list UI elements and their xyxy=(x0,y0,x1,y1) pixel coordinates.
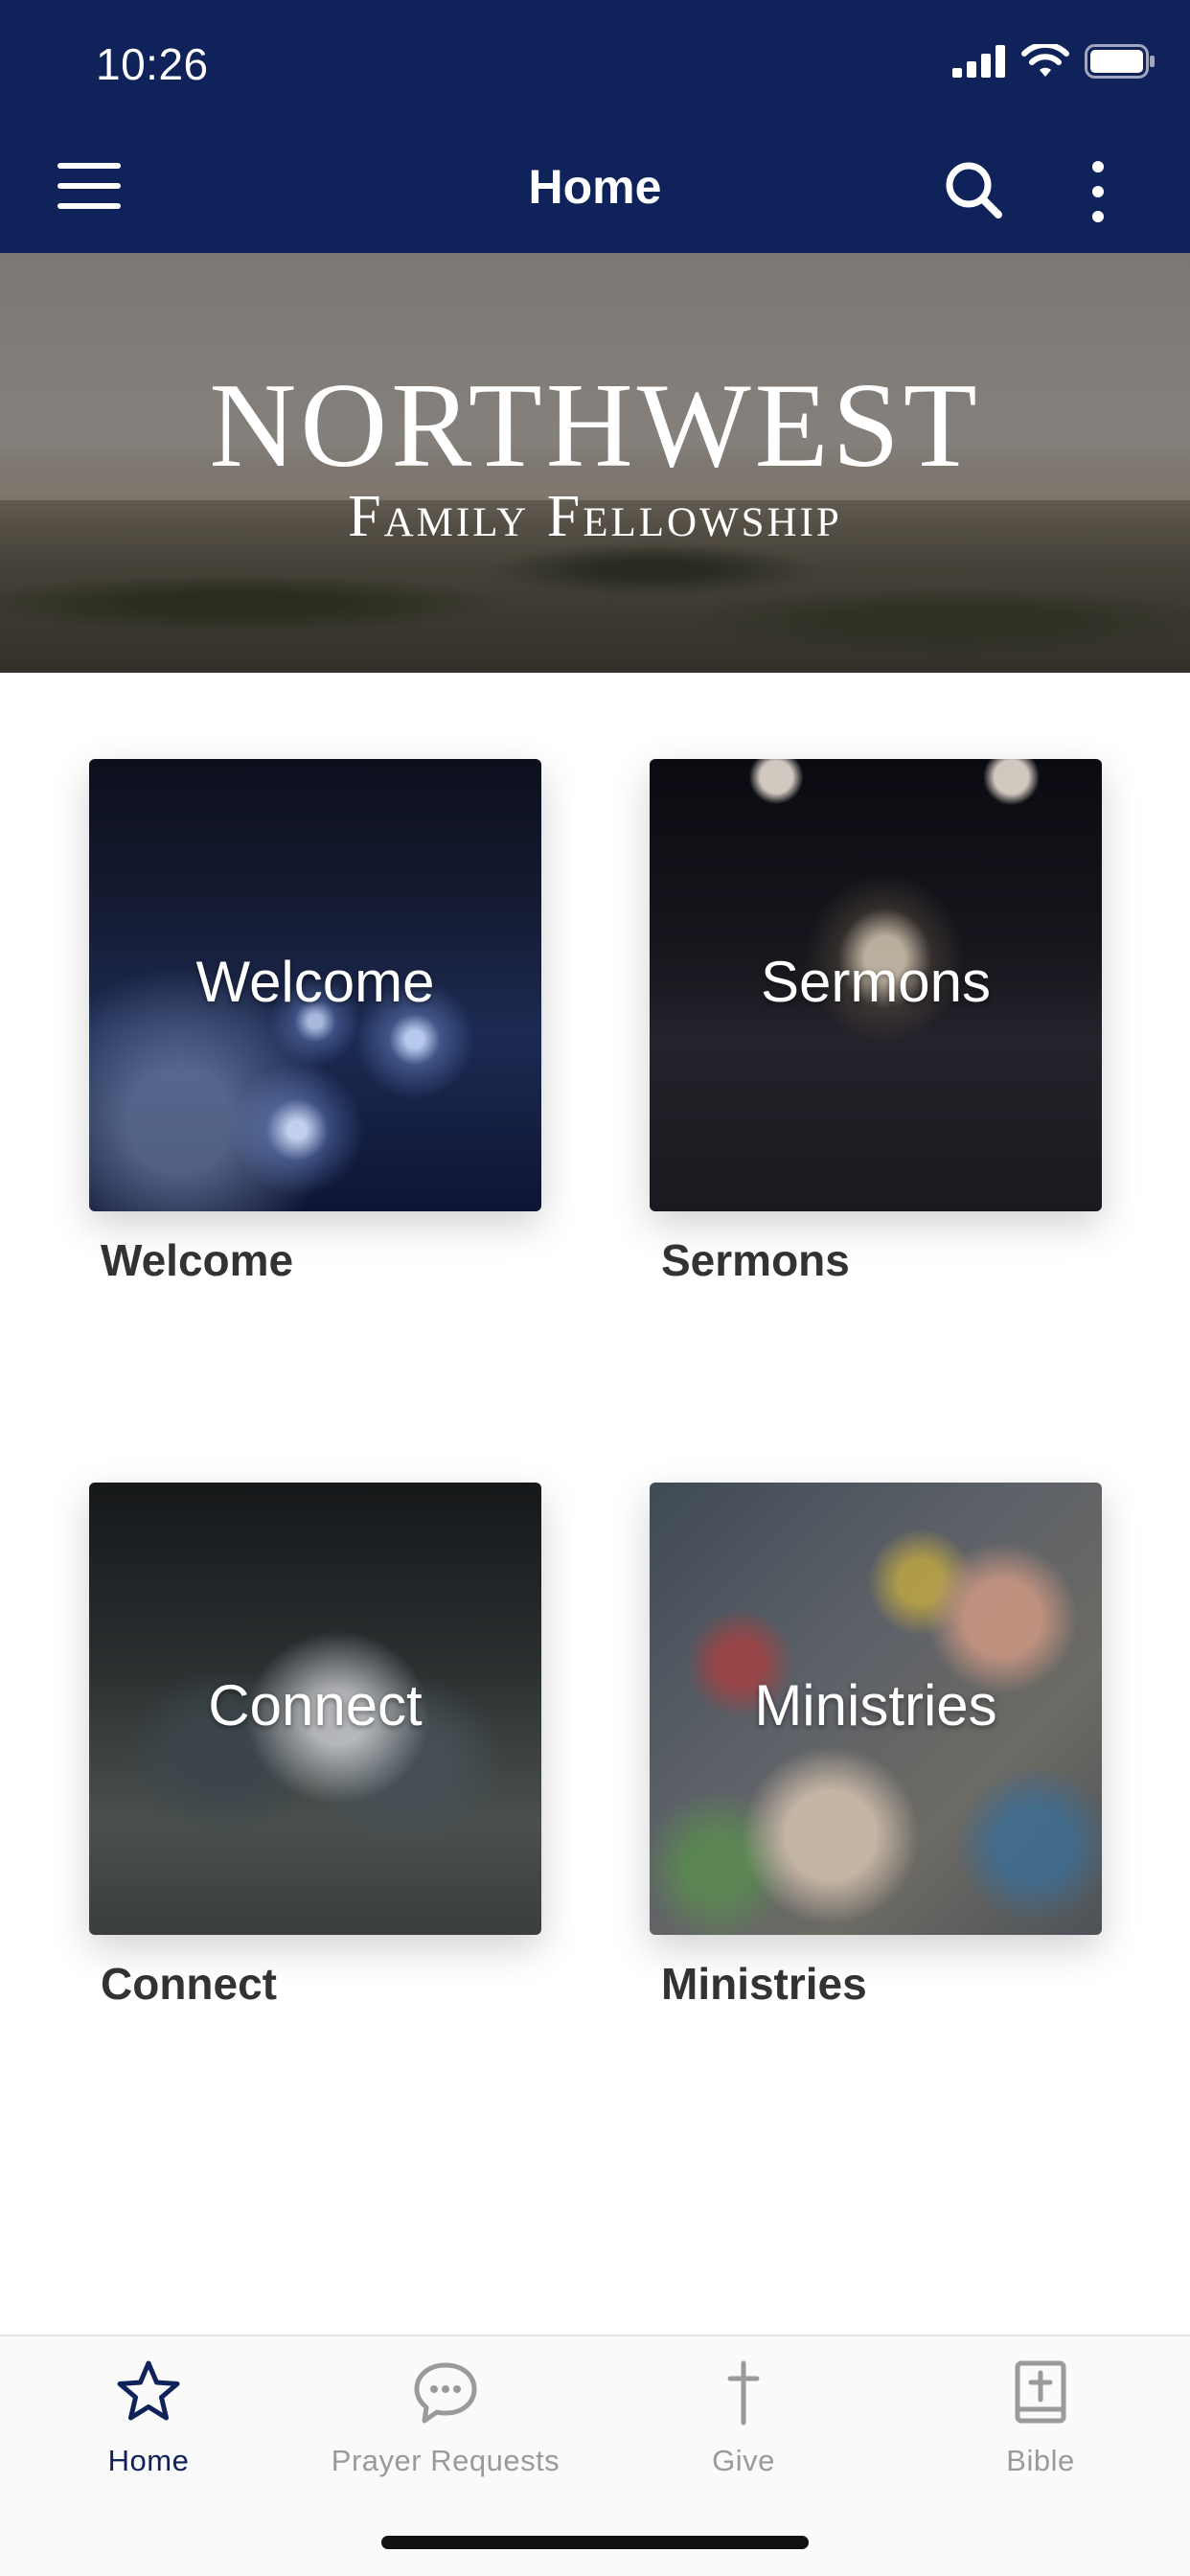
cellular-signal-icon xyxy=(952,45,1005,78)
tab-home[interactable]: Home xyxy=(5,2358,292,2478)
tile-ministries[interactable]: Ministries Ministries xyxy=(650,1483,1102,2010)
church-banner: NORTHWEST Family Fellowship xyxy=(0,253,1190,673)
search-button[interactable] xyxy=(943,159,1004,220)
banner-title: NORTHWEST xyxy=(209,359,981,493)
top-bar: 10:26 Home xyxy=(0,0,1190,253)
tab-label: Give xyxy=(712,2444,775,2477)
search-icon xyxy=(946,162,1002,218)
bible-icon xyxy=(1015,2360,1066,2424)
tile-sermons[interactable]: Sermons Sermons xyxy=(650,759,1102,1286)
tab-prayer-requests[interactable]: Prayer Requests xyxy=(302,2358,589,2478)
welcome-image: Welcome xyxy=(89,759,541,1211)
tab-label: Home xyxy=(107,2444,190,2477)
tile-caption: Sermons xyxy=(661,1235,850,1285)
page-title: Home xyxy=(528,160,662,214)
tile-caption: Connect xyxy=(101,1959,277,2009)
tile-overlay-text: Ministries xyxy=(754,1673,997,1737)
tile-caption: Welcome xyxy=(101,1235,294,1285)
tile-welcome[interactable]: Welcome Welcome xyxy=(89,759,541,1286)
connect-image: Connect xyxy=(89,1483,541,1935)
tile-caption: Ministries xyxy=(661,1959,867,2009)
tab-label: Bible xyxy=(1006,2444,1075,2477)
wifi-icon xyxy=(1021,44,1069,77)
home-indicator xyxy=(381,2536,809,2549)
battery-icon xyxy=(1085,44,1155,79)
status-time: 10:26 xyxy=(96,39,209,89)
tile-overlay-text: Sermons xyxy=(760,950,992,1014)
status-icons xyxy=(952,44,1156,79)
cross-icon xyxy=(727,2360,760,2426)
tab-give[interactable]: Give xyxy=(600,2358,887,2478)
banner-subtitle: Family Fellowship xyxy=(348,484,842,549)
star-icon xyxy=(117,2360,180,2421)
sermons-image: Sermons xyxy=(650,759,1102,1211)
more-vertical-icon xyxy=(1092,161,1104,222)
tab-bible[interactable]: Bible xyxy=(897,2358,1184,2478)
tile-connect[interactable]: Connect Connect xyxy=(89,1483,541,2010)
more-options-button[interactable] xyxy=(1079,157,1117,226)
tab-label: Prayer Requests xyxy=(331,2444,561,2477)
ministries-image: Ministries xyxy=(650,1483,1102,1935)
tile-overlay-text: Welcome xyxy=(195,950,435,1014)
chat-bubble-icon xyxy=(414,2362,477,2424)
tile-overlay-text: Connect xyxy=(208,1673,423,1737)
